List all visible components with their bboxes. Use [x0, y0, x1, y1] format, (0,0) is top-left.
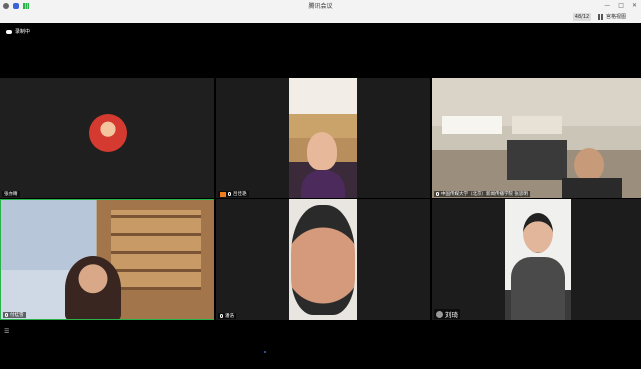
- speaking-avatar: [436, 310, 443, 318]
- video-tile[interactable]: 中国传媒大学（北京）新闻传播学院 张思明: [432, 78, 641, 198]
- video-tile[interactable]: 潘浩: [216, 199, 430, 320]
- video-tile[interactable]: 付桂雪: [0, 199, 214, 320]
- window-title: 腾讯会议: [308, 3, 333, 10]
- video-tile[interactable]: 吕佳艳: [216, 78, 430, 198]
- video-tile[interactable]: 刘琦: [432, 199, 641, 320]
- microphone-icon: [5, 313, 8, 317]
- participant-name: 付桂雪: [10, 313, 24, 318]
- video-feed: [289, 78, 357, 198]
- page-indicator-dot[interactable]: [264, 351, 266, 353]
- video-tile[interactable]: 张亦睛: [0, 78, 214, 198]
- microphone-icon: [436, 192, 439, 196]
- participant-name-tag: 张亦睛: [2, 191, 20, 197]
- grid-icon: [598, 13, 604, 20]
- meeting-toolbar: 48/12 宫格视图: [0, 12, 641, 23]
- participant-name-tag: 吕佳艳: [218, 191, 249, 197]
- avatar: [89, 114, 127, 152]
- video-feed: [432, 78, 641, 198]
- participant-name-tag: 中国传媒大学（北京）新闻传播学院 张思明: [434, 191, 530, 197]
- microphone-icon: [220, 314, 223, 318]
- participant-name-tag: 潘浩: [218, 313, 236, 319]
- participant-name: 刘琦: [445, 311, 458, 319]
- participant-name: 吕佳艳: [233, 192, 247, 197]
- participant-name: 张亦睛: [4, 192, 18, 197]
- recording-indicator: 录制中: [6, 28, 30, 35]
- recording-label: 录制中: [15, 29, 31, 35]
- view-mode-button[interactable]: 宫格视图: [598, 13, 626, 20]
- participant-name-tag: 刘琦: [434, 309, 460, 319]
- video-feed: [1, 200, 213, 319]
- list-icon[interactable]: ☰: [4, 328, 9, 335]
- maximize-icon[interactable]: □: [618, 2, 624, 9]
- participant-name-tag: 付桂雪: [3, 312, 26, 318]
- camera-off-icon: [220, 191, 226, 197]
- participant-name: 中国传媒大学（北京）新闻传播学院 张思明: [441, 192, 528, 197]
- bottom-bar: [0, 320, 641, 369]
- microphone-icon: [228, 192, 231, 196]
- video-feed: [289, 199, 357, 320]
- video-feed: [505, 199, 571, 320]
- close-icon[interactable]: ✕: [632, 2, 637, 9]
- participant-count[interactable]: 48/12: [573, 13, 591, 21]
- minimize-icon[interactable]: —: [604, 2, 610, 9]
- view-mode-label: 宫格视图: [606, 14, 627, 20]
- participant-name: 潘浩: [225, 314, 234, 319]
- cloud-icon: [6, 29, 12, 34]
- title-bar: 腾讯会议 — □ ✕: [0, 0, 641, 12]
